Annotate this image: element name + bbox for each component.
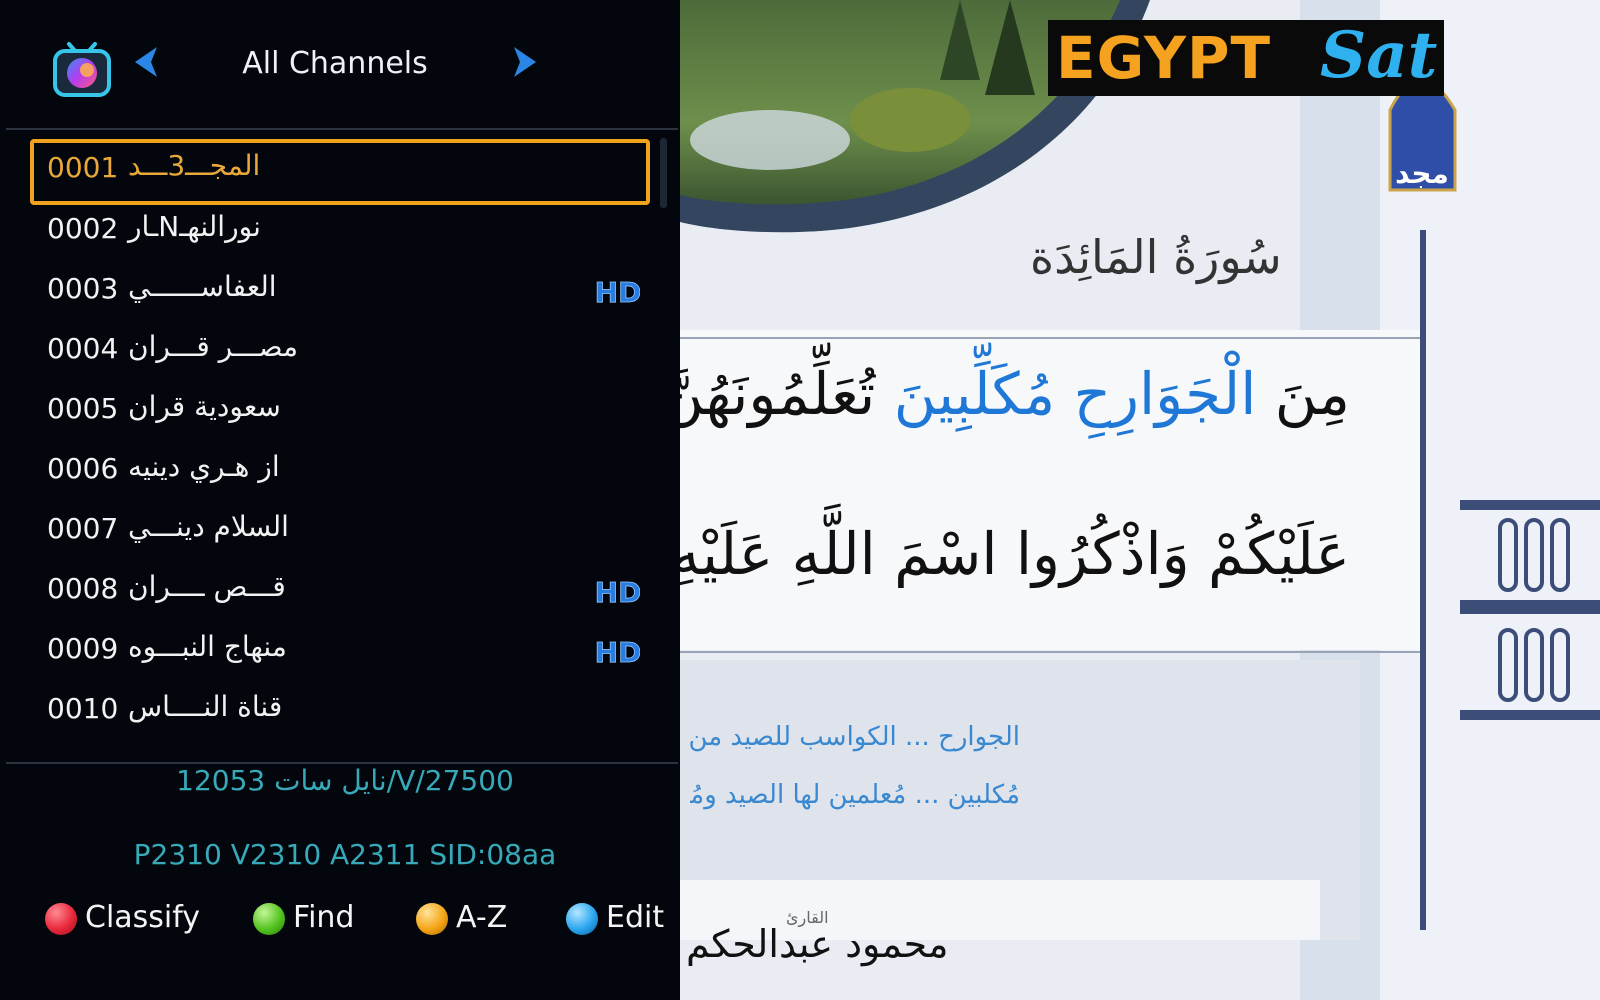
channel-name: سعودية قران [128,390,281,423]
channel-number: 0004 [47,332,119,365]
hd-badge-text: HD [596,576,640,608]
channel-row[interactable]: 0010 قناة النــــاس [30,680,650,741]
channel-number: 0006 [47,452,119,485]
logo-primary-text: EGYPT [1056,24,1272,92]
channel-row[interactable]: 0003 العفاســــــي HD [30,260,650,321]
channel-number: 0009 [47,632,119,665]
tafsir-note-2: مُكلبين ... مُعلمين لها الصيد ومُضرين [690,780,1020,810]
channel-list: 0001 المجـــ3ـــد 0002 نورالنهـNـار 0003… [30,139,650,750]
channel-row[interactable]: 0005 سعودية قران [30,380,650,441]
hd-badge-icon: HD [596,276,640,308]
channel-row[interactable]: 0009 منهاج النبـــوه HD [30,620,650,681]
channel-name: نورالنهـNـار [128,210,261,243]
channel-row[interactable]: 0008 قـــص ــــران HD [30,560,650,621]
channel-list-header: All Channels [0,0,680,130]
hd-badge-icon: HD [596,576,640,608]
channel-name: العفاســــــي [128,270,277,303]
channel-name: قـــص ــــران [128,570,286,603]
yellow-dot-icon [416,903,448,935]
arrow-left-icon[interactable] [131,44,161,80]
verse-word-black: مِنَ [1274,360,1350,428]
edit-label: Edit [606,900,665,935]
channel-row[interactable]: 0001 المجـــ3ـــد [30,139,650,205]
verse-line-1: مِنَ الْجَوَارِحِ مُكَلِّبِينَ تُعَلِّمُ… [680,360,1350,428]
channel-number: 0001 [47,151,119,184]
channel-emblem-text: مجد [1395,157,1449,190]
tv-icon [53,42,111,97]
verse-word-rest: تُعَلِّمُونَهُنَّ مِمَّا عَلَّمَكُمُ [680,360,876,428]
blue-dot-icon [566,903,598,935]
tafsir-note-1: الجوارح ... الكواسب للصيد من السباع [690,722,1020,752]
channel-name: مصـــر قـــران [128,330,299,363]
verse-line-2: عَلَيْكُمْ وَاذْكُرُوا اسْمَ اللَّهِ عَل… [680,520,1350,588]
pid-info: P2310 V2310 A2311 SID:08aa [133,838,557,871]
logo-secondary-text: Sat [1320,18,1438,93]
transponder-info: نايل سات 12053/V/27500 [176,764,514,797]
video-background: مجد [680,0,1600,1000]
channel-name: منهاج النبـــوه [128,630,287,663]
surah-title: سُورَةُ المَائِدَة [1030,230,1282,284]
channel-number: 0008 [47,572,119,605]
hd-badge-icon: HD [596,636,640,668]
channel-row[interactable]: 0007 السلام دينـــي [30,500,650,561]
channel-group-title: All Channels [242,46,428,81]
hd-badge-text: HD [596,636,640,668]
green-dot-icon [253,903,285,935]
channel-row[interactable]: 0004 مصـــر قـــران [30,320,650,381]
arrow-right-icon[interactable] [510,44,540,80]
channel-number: 0010 [47,692,119,725]
red-dot-icon [45,903,77,935]
channel-number: 0003 [47,272,119,305]
channel-name: السلام دينـــي [128,510,289,543]
hd-badge-text: HD [596,276,640,308]
find-label: Find [293,900,355,935]
reciter-name: محمود عبدالحكم [686,922,949,966]
classify-label: Classify [85,900,201,935]
egyptsat-logo: EGYPT Sat [1048,20,1444,96]
az-label: A-Z [456,900,508,935]
channel-row[interactable]: 0006 از هـري دينيه [30,440,650,501]
channel-number: 0007 [47,512,119,545]
channel-name: قناة النــــاس [128,690,283,723]
color-key-bar: Classify Find A-Z Edit [0,894,680,944]
channel-name: از هـري دينيه [128,450,280,483]
channel-list-scrollbar[interactable] [660,138,667,208]
channel-list-panel: All Channels 0001 المجـــ3ـــد 0002 نورا… [0,0,680,1000]
verse-word-blue: الْجَوَارِحِ مُكَلِّبِينَ [893,360,1257,428]
channel-number: 0002 [47,212,119,245]
channel-row[interactable]: 0002 نورالنهـNـار [30,200,650,261]
channel-number: 0005 [47,392,119,425]
channel-name: المجـــ3ـــد [128,149,261,182]
video-preview: مجد سُورَةُ المَائِدَة مِنَ الْجَوَارِحِ… [680,0,1600,1000]
header-divider [6,128,678,130]
